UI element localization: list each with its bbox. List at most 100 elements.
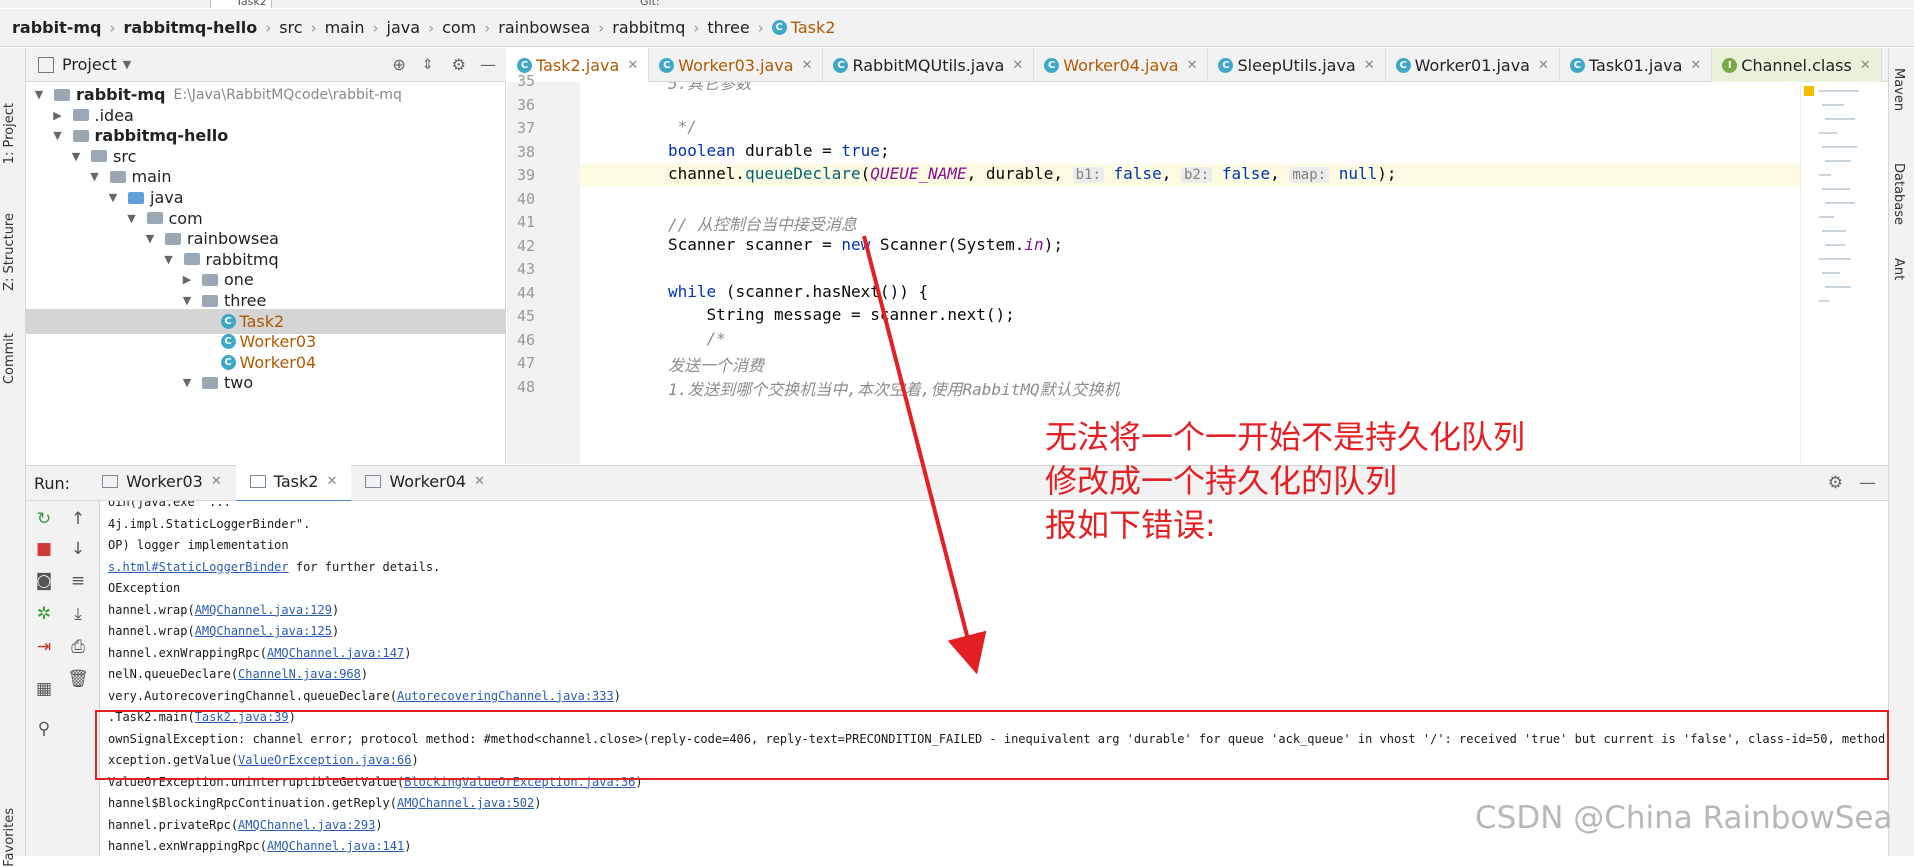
run-tab[interactable]: Worker03 ✕ <box>88 464 236 500</box>
tree-item[interactable]: ▼ two <box>26 370 505 395</box>
chevron-down-icon[interactable]: ▼ <box>143 232 157 245</box>
breadcrumb-item[interactable]: C Task2 <box>771 18 835 37</box>
console-link[interactable]: AMQChannel.java:129 <box>195 603 332 617</box>
editor-tab[interactable]: C Task01.java ✕ <box>1560 48 1713 82</box>
chevron-down-icon[interactable]: ▼ <box>162 253 176 266</box>
close-icon[interactable]: ✕ <box>802 58 813 73</box>
breadcrumb-item[interactable]: java <box>387 18 421 37</box>
trash-icon[interactable]: 🗑 <box>66 669 90 689</box>
console-link[interactable]: AMQChannel.java:125 <box>195 624 332 638</box>
editor-tab[interactable]: C RabbitMQUtils.java ✕ <box>823 48 1035 82</box>
chevron-down-icon[interactable]: ▼ <box>123 58 131 71</box>
close-icon[interactable]: ✕ <box>1012 58 1023 73</box>
tree-item-label: Worker04 <box>239 352 317 372</box>
chevron-down-icon[interactable]: ▼ <box>125 212 139 225</box>
chevron-down-icon[interactable]: ▼ <box>51 129 65 142</box>
close-icon[interactable]: ✕ <box>1538 58 1549 73</box>
chevron-down-icon[interactable]: ▼ <box>88 170 102 183</box>
chevron-down-icon[interactable]: ▼ <box>180 376 194 389</box>
hide-icon[interactable]: — <box>480 55 496 74</box>
close-icon[interactable]: ✕ <box>1690 58 1701 73</box>
console-link[interactable]: ChannelN.java:968 <box>238 667 361 681</box>
chevron-down-icon[interactable]: ▼ <box>32 88 46 101</box>
line-number: 40 <box>516 189 535 208</box>
editor-tab[interactable]: C Worker01.java ✕ <box>1386 48 1560 82</box>
print-icon[interactable]: ⎙ <box>66 637 90 657</box>
console-text: hannel.wrap( <box>108 624 195 638</box>
ant-tool-tab[interactable]: Ant <box>1891 258 1906 280</box>
maven-tool-tab[interactable]: Maven <box>1891 68 1906 111</box>
commit-tool-tab[interactable]: Commit <box>2 333 17 384</box>
console-link[interactable]: AutorecoveringChannel.java:333 <box>397 689 614 703</box>
editor-tab[interactable]: C Worker04.java ✕ <box>1034 48 1209 82</box>
close-icon[interactable]: ✕ <box>474 474 485 489</box>
layout-icon[interactable]: ▦ <box>32 679 56 699</box>
breadcrumb-item[interactable]: rabbitmq <box>612 18 685 37</box>
chevron-right-icon[interactable]: ▶ <box>51 109 65 122</box>
chevron-right-icon[interactable]: ▶ <box>180 273 194 286</box>
favorites-tool-tab[interactable]: Favorites <box>2 808 17 867</box>
scroll-to-end-icon[interactable]: ⤓ <box>66 604 90 624</box>
project-view-icon <box>38 56 54 73</box>
run-tab[interactable]: Task2 ✕ <box>235 463 352 503</box>
code-editor[interactable]: 5.其它参数 */ boolean durable = true; channel.… <box>580 82 1800 464</box>
hide-icon[interactable]: — <box>1859 473 1876 493</box>
debug-icon[interactable]: ✲ <box>32 604 56 624</box>
run-tab[interactable]: Worker04 ✕ <box>351 464 499 500</box>
locate-icon[interactable]: ⊕ <box>393 55 406 74</box>
line-number: 43 <box>516 260 535 278</box>
close-icon[interactable]: ✕ <box>627 58 638 73</box>
pin-icon[interactable]: ⚲ <box>32 719 56 739</box>
exit-icon[interactable]: ⇥ <box>32 637 56 657</box>
editor-tab[interactable]: C SleepUtils.java ✕ <box>1208 48 1386 82</box>
arrow-down-icon[interactable]: ↓ <box>66 539 90 559</box>
class-icon: C <box>1044 57 1060 73</box>
breadcrumb-item[interactable]: com <box>442 18 476 37</box>
run-tab-label: Worker04 <box>389 472 467 491</box>
breadcrumb-item[interactable]: rainbowsea <box>498 18 590 37</box>
close-icon[interactable]: ✕ <box>1187 58 1198 73</box>
database-tool-tab[interactable]: Database <box>1891 163 1906 225</box>
camera-icon[interactable]: ◙ <box>32 571 56 591</box>
chevron-down-icon[interactable]: ▼ <box>180 294 194 307</box>
console-link[interactable]: AMQChannel.java:293 <box>238 818 375 832</box>
editor-tab-label: Worker01.java <box>1414 55 1530 75</box>
editor-tab[interactable]: I Channel.class ✕ <box>1712 48 1882 82</box>
close-icon[interactable]: ✕ <box>1364 58 1375 73</box>
module-icon <box>54 88 70 101</box>
console-link[interactable]: AMQChannel.java:141 <box>267 839 404 853</box>
soft-wrap-icon[interactable]: ≡ <box>66 571 90 591</box>
breadcrumb-item[interactable]: rabbit-mq <box>12 18 102 37</box>
line-number: 41 <box>516 213 535 231</box>
close-icon[interactable]: ✕ <box>326 474 337 489</box>
breadcrumb-item[interactable]: src <box>279 18 302 37</box>
arrow-up-icon[interactable]: ↑ <box>66 509 90 529</box>
editor-tab-label: SleepUtils.java <box>1237 55 1356 75</box>
gear-icon[interactable]: ⚙ <box>1828 473 1843 493</box>
breadcrumb-item[interactable]: three <box>707 18 749 37</box>
console-link[interactable]: s.html#StaticLoggerBinder <box>108 560 289 574</box>
console-icon <box>365 475 382 488</box>
chevron-down-icon[interactable]: ▼ <box>106 191 120 204</box>
editor-tab[interactable]: C Worker03.java ✕ <box>649 48 824 82</box>
close-icon[interactable]: ✕ <box>1860 58 1871 73</box>
structure-tool-tab[interactable]: Z: Structure <box>2 213 17 291</box>
project-panel-title[interactable]: Project <box>62 55 117 74</box>
rerun-icon[interactable]: ↻ <box>32 509 56 529</box>
line-number: 39 <box>516 166 535 184</box>
breadcrumb-item[interactable]: rabbitmq-hello <box>124 18 258 37</box>
breadcrumb-label: com <box>442 18 477 37</box>
console-link[interactable]: AMQChannel.java:147 <box>267 646 404 660</box>
class-icon: C <box>1395 57 1411 73</box>
stop-icon[interactable]: ■ <box>32 539 56 559</box>
class-icon: C <box>833 57 849 73</box>
collapse-icon[interactable]: ⇕ <box>422 57 434 73</box>
minimap-line <box>1822 188 1850 190</box>
gear-icon[interactable]: ⚙ <box>452 55 466 74</box>
breadcrumb-item[interactable]: main <box>325 18 365 37</box>
line-number: 35 <box>516 72 535 90</box>
console-link[interactable]: AMQChannel.java:502 <box>397 796 534 810</box>
close-icon[interactable]: ✕ <box>211 474 222 489</box>
chevron-down-icon[interactable]: ▼ <box>69 150 83 163</box>
project-tool-tab[interactable]: 1: Project <box>2 103 17 164</box>
